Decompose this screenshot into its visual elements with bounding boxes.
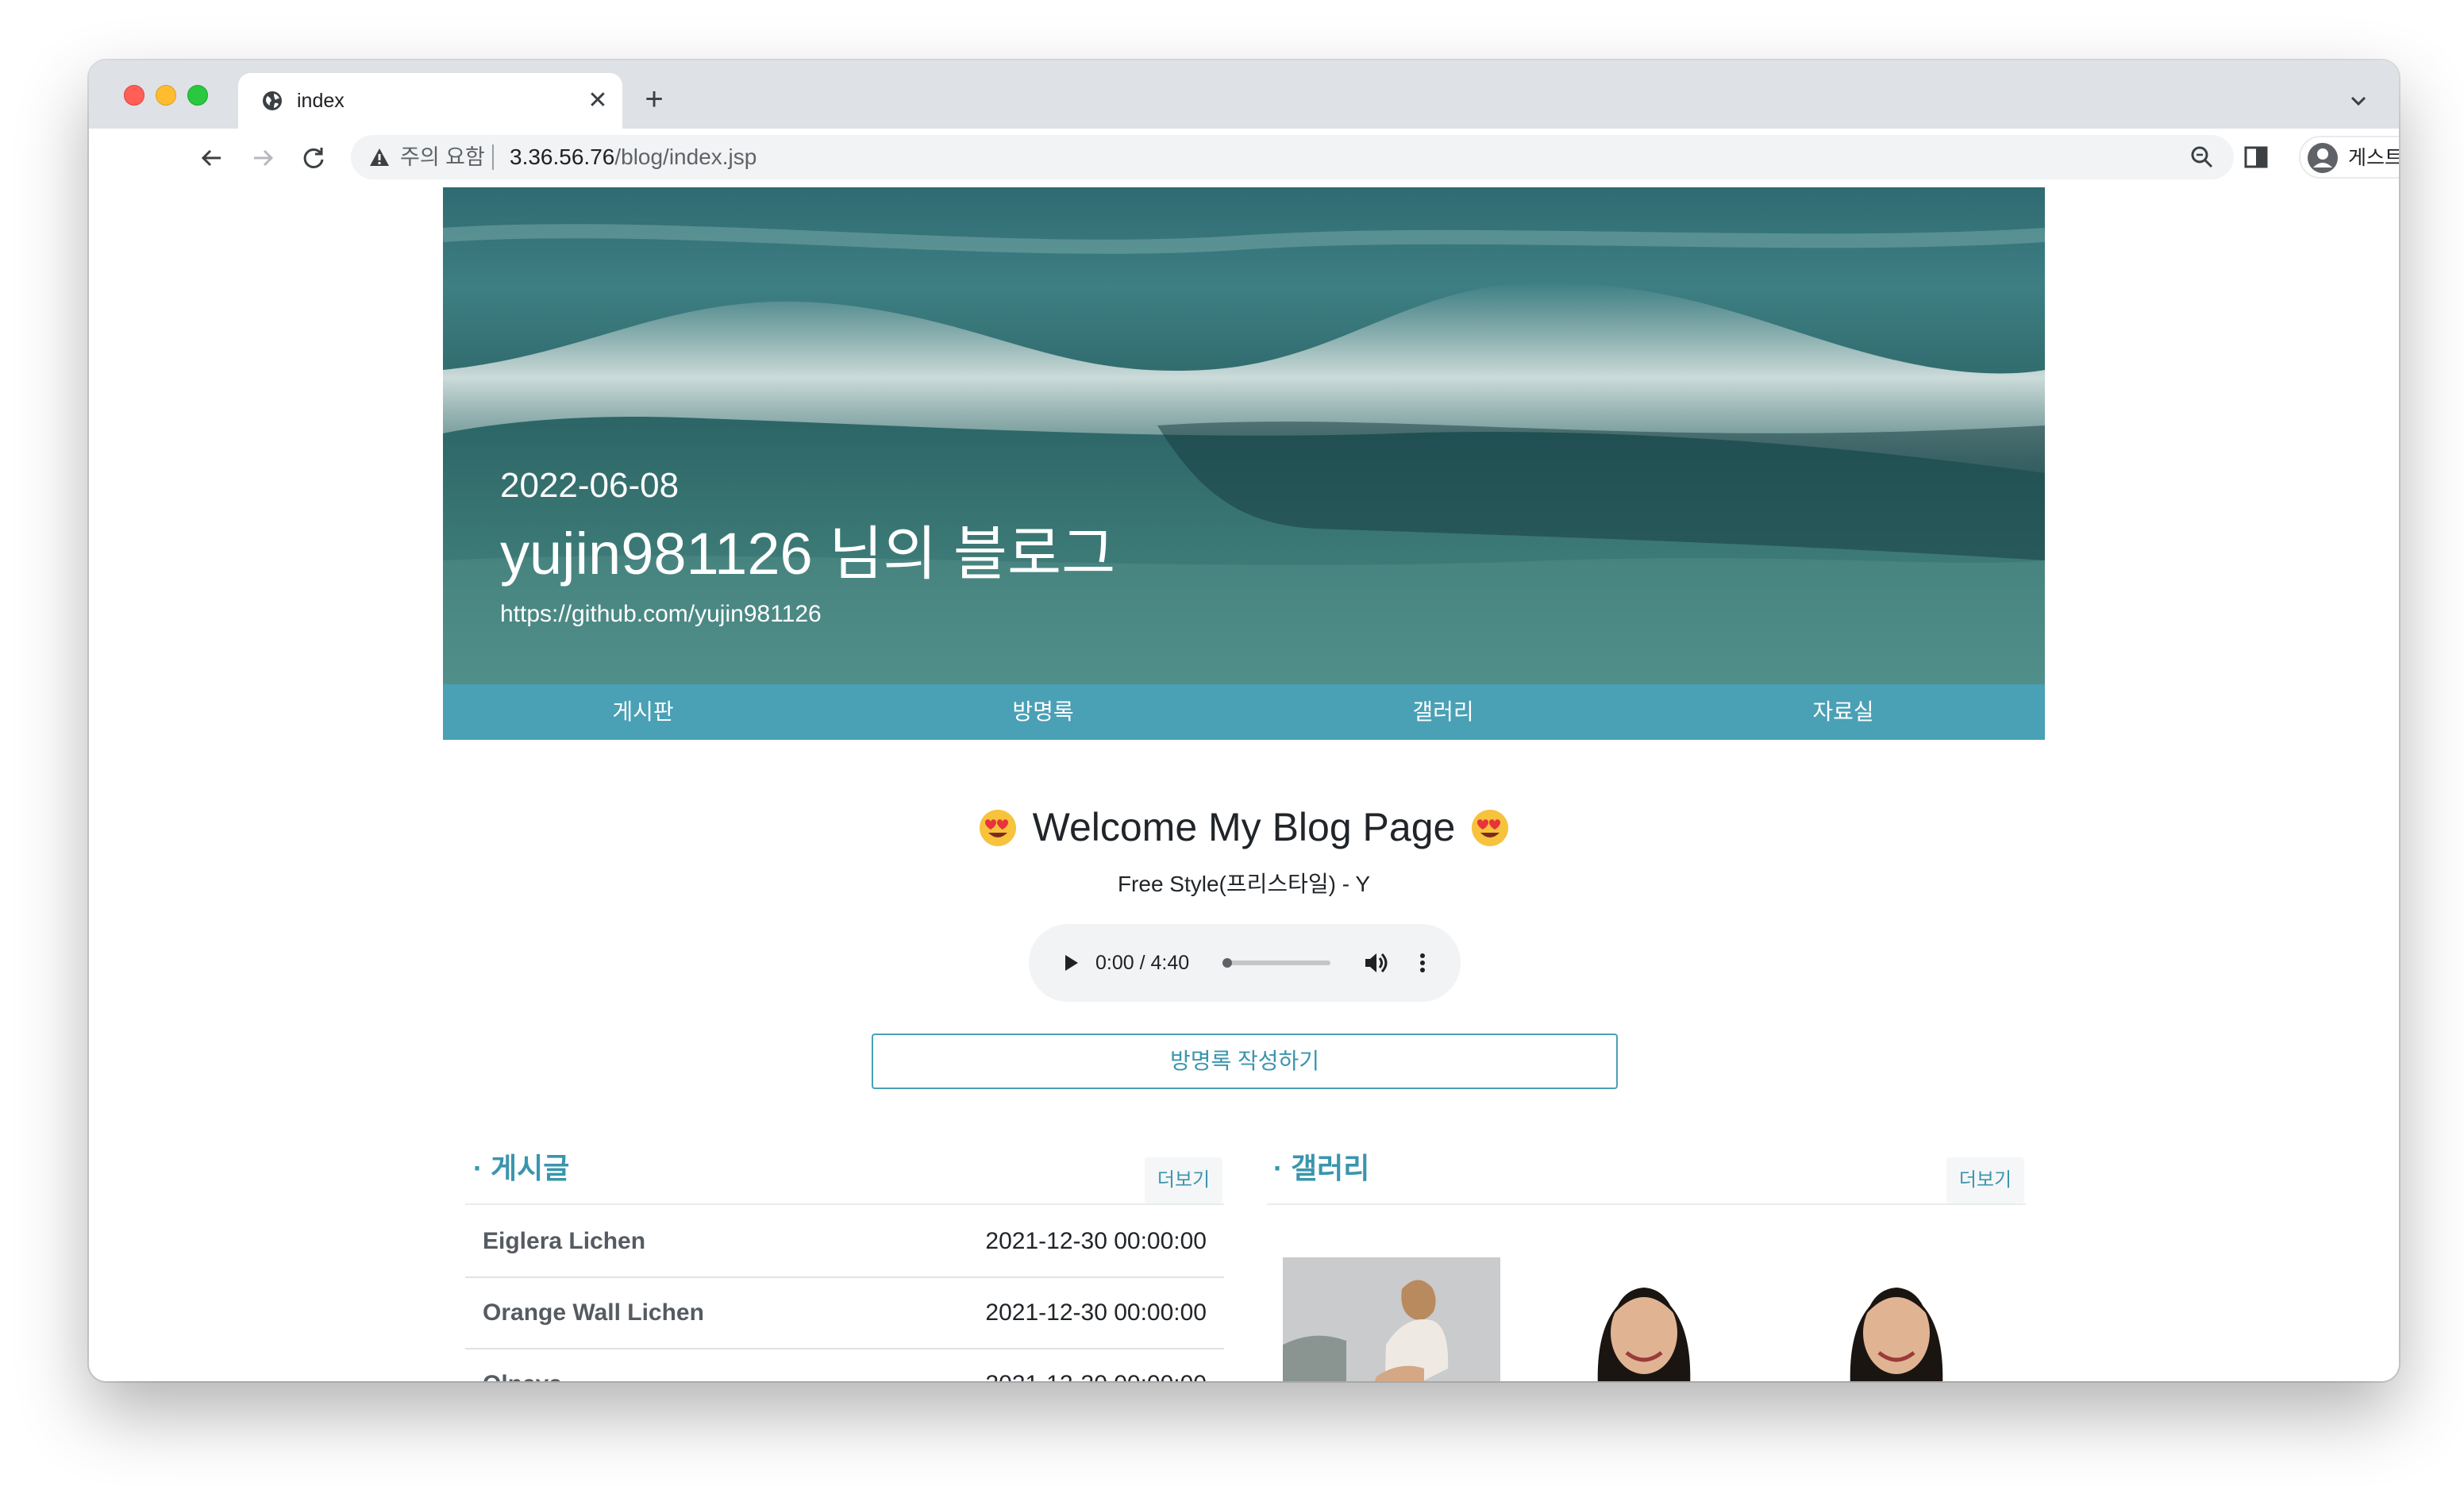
profile-label: 게스트 bbox=[2348, 147, 2399, 169]
menu-item-archive[interactable]: 자료실 bbox=[1643, 684, 2043, 740]
post-date: 2021-12-30 00:00:00 bbox=[985, 1228, 1207, 1254]
welcome-title: Welcome My Blog Page bbox=[1032, 805, 1456, 849]
post-title[interactable]: Olneya bbox=[483, 1369, 562, 1381]
gallery-divider bbox=[1267, 1203, 2026, 1205]
browser-window: index ✕ + 주의 요함 3.36.56.76/blog/index.js… bbox=[89, 60, 2399, 1381]
posts-section-title: · 게시글 bbox=[473, 1152, 570, 1184]
posts-divider bbox=[465, 1203, 1224, 1205]
post-title[interactable]: Orange Wall Lichen bbox=[483, 1297, 704, 1329]
address-bar[interactable]: 주의 요함 3.36.56.76/blog/index.jsp bbox=[351, 135, 2234, 179]
portrait-photo bbox=[1788, 1257, 2005, 1381]
globe-icon bbox=[263, 91, 282, 110]
volume-icon[interactable] bbox=[1362, 949, 1389, 976]
gallery-section-title: · 갤러리 bbox=[1273, 1152, 1370, 1184]
url-host: 3.36.56.76 bbox=[510, 144, 615, 169]
play-icon[interactable] bbox=[1059, 951, 1083, 975]
new-tab-button[interactable]: + bbox=[638, 83, 670, 116]
chevron-down-icon[interactable] bbox=[2347, 89, 2370, 113]
song-title: Free Style(프리스타일) - Y bbox=[1117, 872, 1371, 896]
woman-on-beach-photo bbox=[1283, 1257, 1500, 1381]
tab-index[interactable]: index ✕ bbox=[238, 73, 622, 129]
back-arrow-icon[interactable] bbox=[195, 141, 229, 175]
url-path: /blog/index.jsp bbox=[614, 144, 757, 169]
gallery-image[interactable] bbox=[1788, 1257, 2005, 1381]
url-text[interactable]: 3.36.56.76/blog/index.jsp bbox=[510, 144, 757, 170]
address-separator bbox=[492, 144, 494, 170]
hero-banner: 2022-06-08 yujin981126 님의 블로그 https://gi… bbox=[443, 187, 2045, 684]
zoom-icon[interactable] bbox=[2189, 144, 2215, 170]
heart-eyes-emoji-icon bbox=[1472, 810, 1508, 846]
heart-eyes-emoji-icon bbox=[980, 810, 1016, 846]
gallery-more-button[interactable]: 더보기 bbox=[1946, 1157, 2024, 1203]
security-label[interactable]: 주의 요함 bbox=[400, 144, 485, 170]
browser-toolbar: 주의 요함 3.36.56.76/blog/index.jsp 게스트 bbox=[89, 129, 2399, 189]
post-title[interactable]: Eiglera Lichen bbox=[483, 1226, 645, 1257]
post-row[interactable]: Eiglera Lichen 2021-12-30 00:00:00 bbox=[465, 1207, 1224, 1278]
welcome-heading: Welcome My Blog Page bbox=[978, 799, 1510, 856]
post-date: 2021-12-30 00:00:00 bbox=[985, 1299, 1207, 1326]
tab-strip: index ✕ + bbox=[89, 60, 2399, 129]
main-menu: 게시판 방명록 갤러리 자료실 bbox=[443, 684, 2045, 740]
warning-icon[interactable] bbox=[368, 146, 391, 168]
gallery-image[interactable] bbox=[1283, 1257, 1500, 1381]
side-panel-icon[interactable] bbox=[2242, 143, 2270, 171]
menu-item-board[interactable]: 게시판 bbox=[443, 684, 843, 740]
github-link[interactable]: https://github.com/yujin981126 bbox=[500, 600, 822, 629]
portrait-photo bbox=[1535, 1257, 1753, 1381]
profile-button[interactable]: 게스트 bbox=[2299, 136, 2399, 179]
posts-more-button[interactable]: 더보기 bbox=[1145, 1157, 1222, 1203]
close-window-button[interactable] bbox=[124, 85, 144, 106]
tab-close-icon[interactable]: ✕ bbox=[584, 87, 611, 114]
page-viewport: 2022-06-08 yujin981126 님의 블로그 https://gi… bbox=[89, 187, 2399, 1381]
post-row[interactable]: Olneya 2021-12-30 00:00:00 bbox=[465, 1349, 1224, 1381]
blog-title: yujin981126 님의 블로그 bbox=[500, 521, 1116, 587]
audio-seek-bar[interactable] bbox=[1222, 958, 1330, 968]
reload-icon[interactable] bbox=[297, 141, 330, 175]
gallery-image[interactable] bbox=[1535, 1257, 1753, 1381]
tab-title: index bbox=[297, 90, 345, 112]
menu-item-gallery[interactable]: 갤러리 bbox=[1243, 684, 1643, 740]
more-vertical-icon[interactable] bbox=[1415, 949, 1430, 976]
maximize-window-button[interactable] bbox=[187, 85, 208, 106]
forward-arrow-icon[interactable] bbox=[246, 141, 279, 175]
minimize-window-button[interactable] bbox=[156, 85, 176, 106]
avatar-icon bbox=[2308, 143, 2338, 173]
menu-item-guestbook[interactable]: 방명록 bbox=[843, 684, 1243, 740]
audio-player[interactable]: 0:00 / 4:40 bbox=[1029, 924, 1461, 1002]
write-guestbook-button[interactable]: 방명록 작성하기 bbox=[872, 1034, 1618, 1089]
audio-seek-knob[interactable] bbox=[1222, 958, 1232, 968]
audio-time: 0:00 / 4:40 bbox=[1095, 952, 1190, 974]
post-date: 2021-12-30 00:00:00 bbox=[985, 1369, 1207, 1381]
hero-date: 2022-06-08 bbox=[500, 466, 680, 505]
post-row[interactable]: Orange Wall Lichen 2021-12-30 00:00:00 bbox=[465, 1278, 1224, 1349]
